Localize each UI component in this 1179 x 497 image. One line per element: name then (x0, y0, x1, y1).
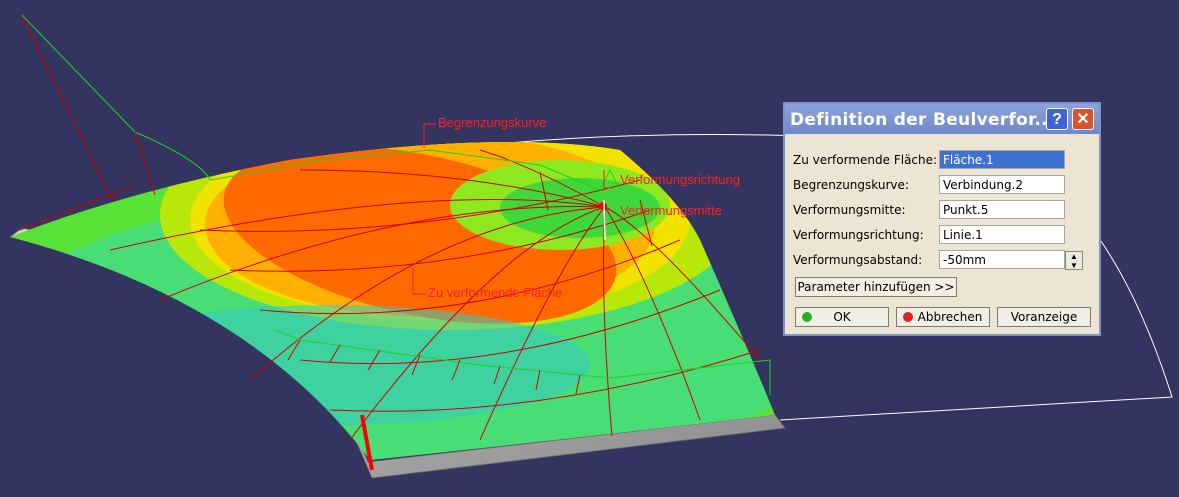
ok-dot-icon (802, 312, 812, 322)
label-zu-verformende-flaeche: Zu verformende Fläche (428, 285, 563, 300)
ok-label: OK (833, 310, 851, 324)
bump-definition-dialog: Definition der Beulverfor... ? ✕ Zu verf… (783, 102, 1101, 336)
label-verformungsmitte: Verformungsmitte (620, 203, 722, 218)
field-label: Verformungsmitte: (793, 203, 906, 217)
field-label: Verformungsrichtung: (793, 228, 924, 242)
spinner-down-icon[interactable]: ▼ (1066, 261, 1082, 270)
deformation-direction-field[interactable]: Linie.1 (939, 225, 1065, 244)
close-button[interactable]: ✕ (1072, 108, 1094, 130)
preview-button[interactable]: Voranzeige (997, 307, 1091, 327)
deformation-center-point (599, 202, 607, 210)
boundary-curve-field[interactable]: Verbindung.2 (939, 175, 1065, 194)
label-begrenzungskurve: Begrenzungskurve (438, 115, 547, 130)
deformation-center-field[interactable]: Punkt.5 (939, 200, 1065, 219)
cancel-dot-icon (903, 312, 913, 322)
help-button[interactable]: ? (1046, 108, 1068, 130)
field-label: Verformungsabstand: (793, 253, 923, 267)
deformation-direction-line (603, 199, 606, 241)
spinner-up-icon[interactable]: ▲ (1066, 252, 1082, 261)
surface-field[interactable]: Fläche.1 (939, 150, 1065, 169)
deformation-distance-field[interactable]: -50mm (939, 250, 1065, 269)
label-verformungsrichtung: Verformungsrichtung (620, 172, 740, 187)
field-label: Zu verformende Fläche: (793, 153, 938, 167)
cancel-label: Abbrechen (917, 310, 983, 324)
dialog-title: Definition der Beulverfor... (790, 110, 1055, 130)
add-parameters-button[interactable]: Parameter hinzufügen >> (795, 277, 957, 297)
cancel-button[interactable]: Abbrechen (896, 307, 990, 327)
dialog-titlebar[interactable]: Definition der Beulverfor... ? ✕ (785, 104, 1099, 134)
ok-button[interactable]: OK (795, 307, 889, 327)
field-label: Begrenzungskurve: (793, 178, 909, 192)
distance-spinner[interactable]: ▲ ▼ (1065, 251, 1083, 270)
